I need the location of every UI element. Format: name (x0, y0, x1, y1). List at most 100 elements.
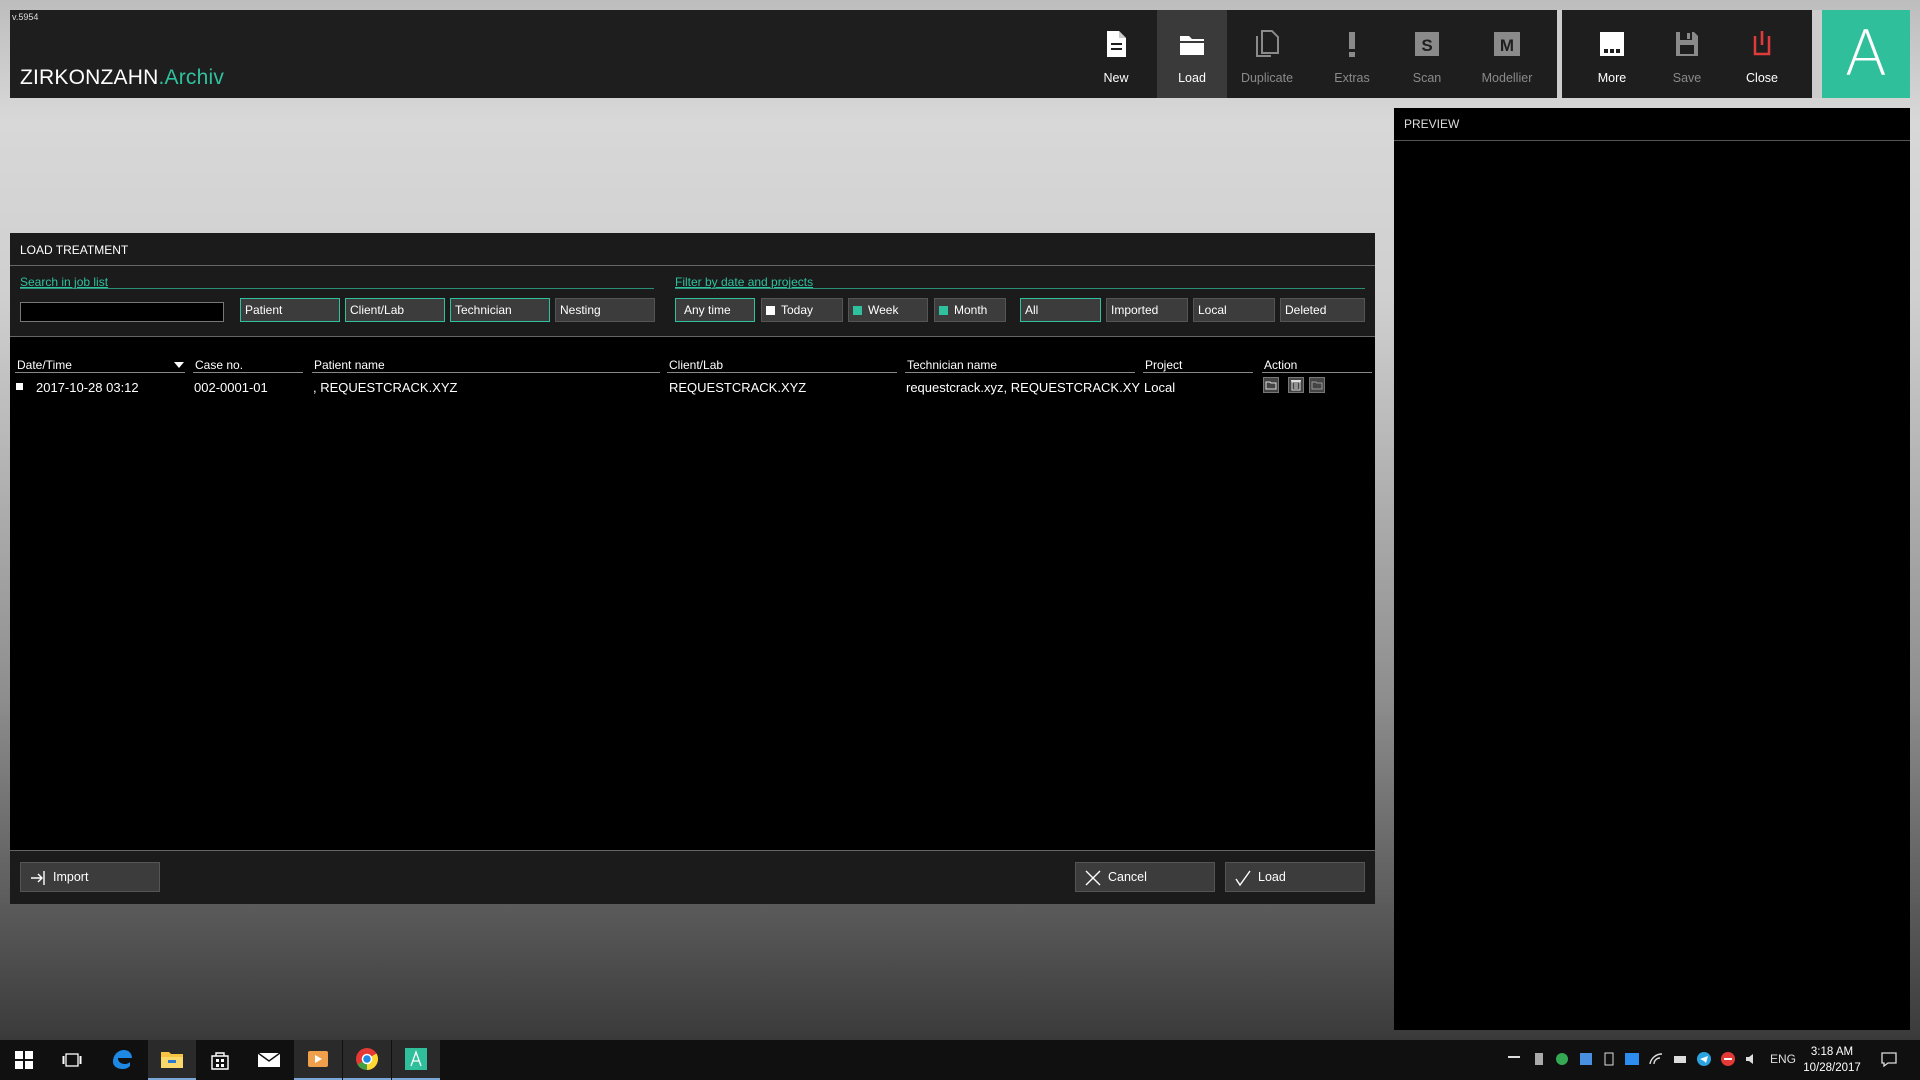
cancel-label: Cancel (1108, 870, 1147, 884)
close-button[interactable]: Close (1727, 10, 1797, 98)
row-technician[interactable]: requestcrack.xyz, REQUESTCRACK.XY (906, 380, 1140, 395)
edge-browser-button[interactable] (98, 1040, 146, 1080)
row-select-marker[interactable] (16, 383, 23, 390)
chip-nesting[interactable]: Nesting (555, 298, 655, 322)
duplicate-button[interactable]: Duplicate (1232, 10, 1302, 98)
row-delete-icon[interactable] (1288, 377, 1304, 393)
power-icon (1753, 31, 1771, 56)
save-label: Save (1672, 71, 1702, 85)
sort-down-icon[interactable] (174, 362, 184, 368)
chip-week[interactable]: Week (848, 298, 928, 322)
tray-date: 10/28/2017 (1803, 1062, 1861, 1074)
file-explorer-icon (161, 1052, 183, 1068)
tray-network-app-icon[interactable] (1554, 1051, 1570, 1067)
chip-today-label: Today (781, 303, 814, 317)
row-client[interactable]: REQUESTCRACK.XYZ (669, 380, 806, 395)
row-case[interactable]: 002-0001-01 (194, 380, 268, 395)
tray-language[interactable]: ENG (1770, 1052, 1796, 1066)
scan-button[interactable]: S Scan (1392, 10, 1462, 98)
tray-show-hidden-icon[interactable] (1508, 1056, 1520, 1058)
tray-app-icon[interactable] (1578, 1051, 1594, 1067)
task-view-button[interactable] (48, 1040, 96, 1080)
chip-patient[interactable]: Patient (240, 298, 340, 322)
chip-all[interactable]: All (1020, 298, 1101, 322)
modellier-icon: M (1494, 32, 1520, 56)
svg-text:S: S (1421, 36, 1432, 55)
exclamation-icon (1349, 32, 1355, 57)
avatar[interactable]: A (1822, 10, 1910, 98)
tray-shield-icon[interactable] (1720, 1051, 1736, 1067)
col-technician[interactable]: Technician name (907, 358, 997, 372)
chrome-icon (356, 1048, 378, 1070)
folder-icon (1180, 36, 1204, 55)
duplicate-icon (1256, 30, 1279, 57)
chip-imported[interactable]: Imported (1106, 298, 1188, 322)
col-datetime[interactable]: Date/Time (17, 358, 72, 372)
preview-divider (1394, 140, 1910, 141)
extras-button[interactable]: Extras (1317, 10, 1387, 98)
load-label: Load (1178, 71, 1206, 85)
row-open-folder-icon[interactable] (1263, 377, 1279, 393)
chip-any-time[interactable]: Any time (675, 298, 755, 322)
media-player-button[interactable] (294, 1040, 342, 1080)
save-button[interactable]: Save (1652, 10, 1722, 98)
row-project[interactable]: Local (1144, 380, 1175, 395)
edge-icon (113, 1050, 132, 1069)
col-project[interactable]: Project (1145, 358, 1182, 372)
tray-telegram-icon[interactable] (1696, 1051, 1712, 1067)
load-button[interactable]: Load (1157, 10, 1227, 98)
file-explorer-button[interactable] (148, 1040, 196, 1080)
search-section-line (20, 288, 654, 289)
media-player-icon (308, 1051, 328, 1067)
new-label: New (1103, 71, 1129, 85)
col-datetime-line (15, 372, 185, 373)
chip-today[interactable]: Today (761, 298, 843, 322)
row-patient[interactable]: , REQUESTCRACK.XYZ (313, 380, 457, 395)
col-client[interactable]: Client/Lab (669, 358, 723, 372)
more-icon (1600, 32, 1624, 56)
version-label: v.5954 (12, 12, 39, 22)
import-button[interactable]: Import (20, 862, 160, 892)
col-patient[interactable]: Patient name (314, 358, 385, 372)
search-input[interactable] (20, 302, 224, 322)
tray-wifi-icon[interactable] (1648, 1051, 1664, 1067)
col-case[interactable]: Case no. (195, 358, 243, 372)
cancel-button[interactable]: Cancel (1075, 862, 1215, 892)
row-datetime[interactable]: 2017-10-28 03:12 (36, 380, 139, 395)
tray-clock[interactable]: 3:18 AM 10/28/2017 (1802, 1044, 1862, 1076)
col-action: Action (1264, 358, 1298, 372)
filter-section-line (675, 288, 1365, 289)
save-icon (1676, 32, 1698, 56)
row-folder-icon[interactable] (1309, 377, 1325, 393)
preview-title: PREVIEW (1404, 117, 1460, 131)
load-confirm-button[interactable]: Load (1225, 862, 1365, 892)
chip-local[interactable]: Local (1193, 298, 1275, 322)
store-bag-icon (211, 1052, 229, 1070)
archiv-app-button[interactable] (392, 1040, 440, 1080)
modellier-label: Modellier (1481, 71, 1533, 85)
duplicate-label: Duplicate (1240, 71, 1294, 85)
chip-client-lab[interactable]: Client/Lab (345, 298, 445, 322)
task-view-icon (62, 1053, 82, 1067)
tray-volume-icon[interactable] (1744, 1051, 1760, 1067)
more-button[interactable]: More (1577, 10, 1647, 98)
brand-main: ZIRKONZAHN (20, 66, 159, 89)
tray-monitor-icon[interactable] (1624, 1051, 1640, 1067)
action-center-icon[interactable] (1880, 1050, 1898, 1068)
tray-power-icon[interactable] (1672, 1051, 1688, 1067)
today-marker-icon (766, 306, 775, 315)
tray-usb-icon[interactable] (1532, 1051, 1546, 1067)
search-section-label: Search in job list (20, 275, 109, 289)
chip-month[interactable]: Month (934, 298, 1006, 322)
chip-deleted[interactable]: Deleted (1280, 298, 1365, 322)
more-label: More (1597, 71, 1627, 85)
mail-button[interactable] (245, 1040, 293, 1080)
chip-technician[interactable]: Technician (450, 298, 550, 322)
start-button[interactable] (0, 1040, 48, 1080)
chrome-button[interactable] (343, 1040, 391, 1080)
new-button[interactable]: New (1081, 10, 1151, 98)
modellier-button[interactable]: M Modellier (1472, 10, 1542, 98)
chip-month-label: Month (954, 303, 988, 317)
store-button[interactable] (196, 1040, 244, 1080)
tray-battery-icon[interactable] (1602, 1051, 1616, 1067)
